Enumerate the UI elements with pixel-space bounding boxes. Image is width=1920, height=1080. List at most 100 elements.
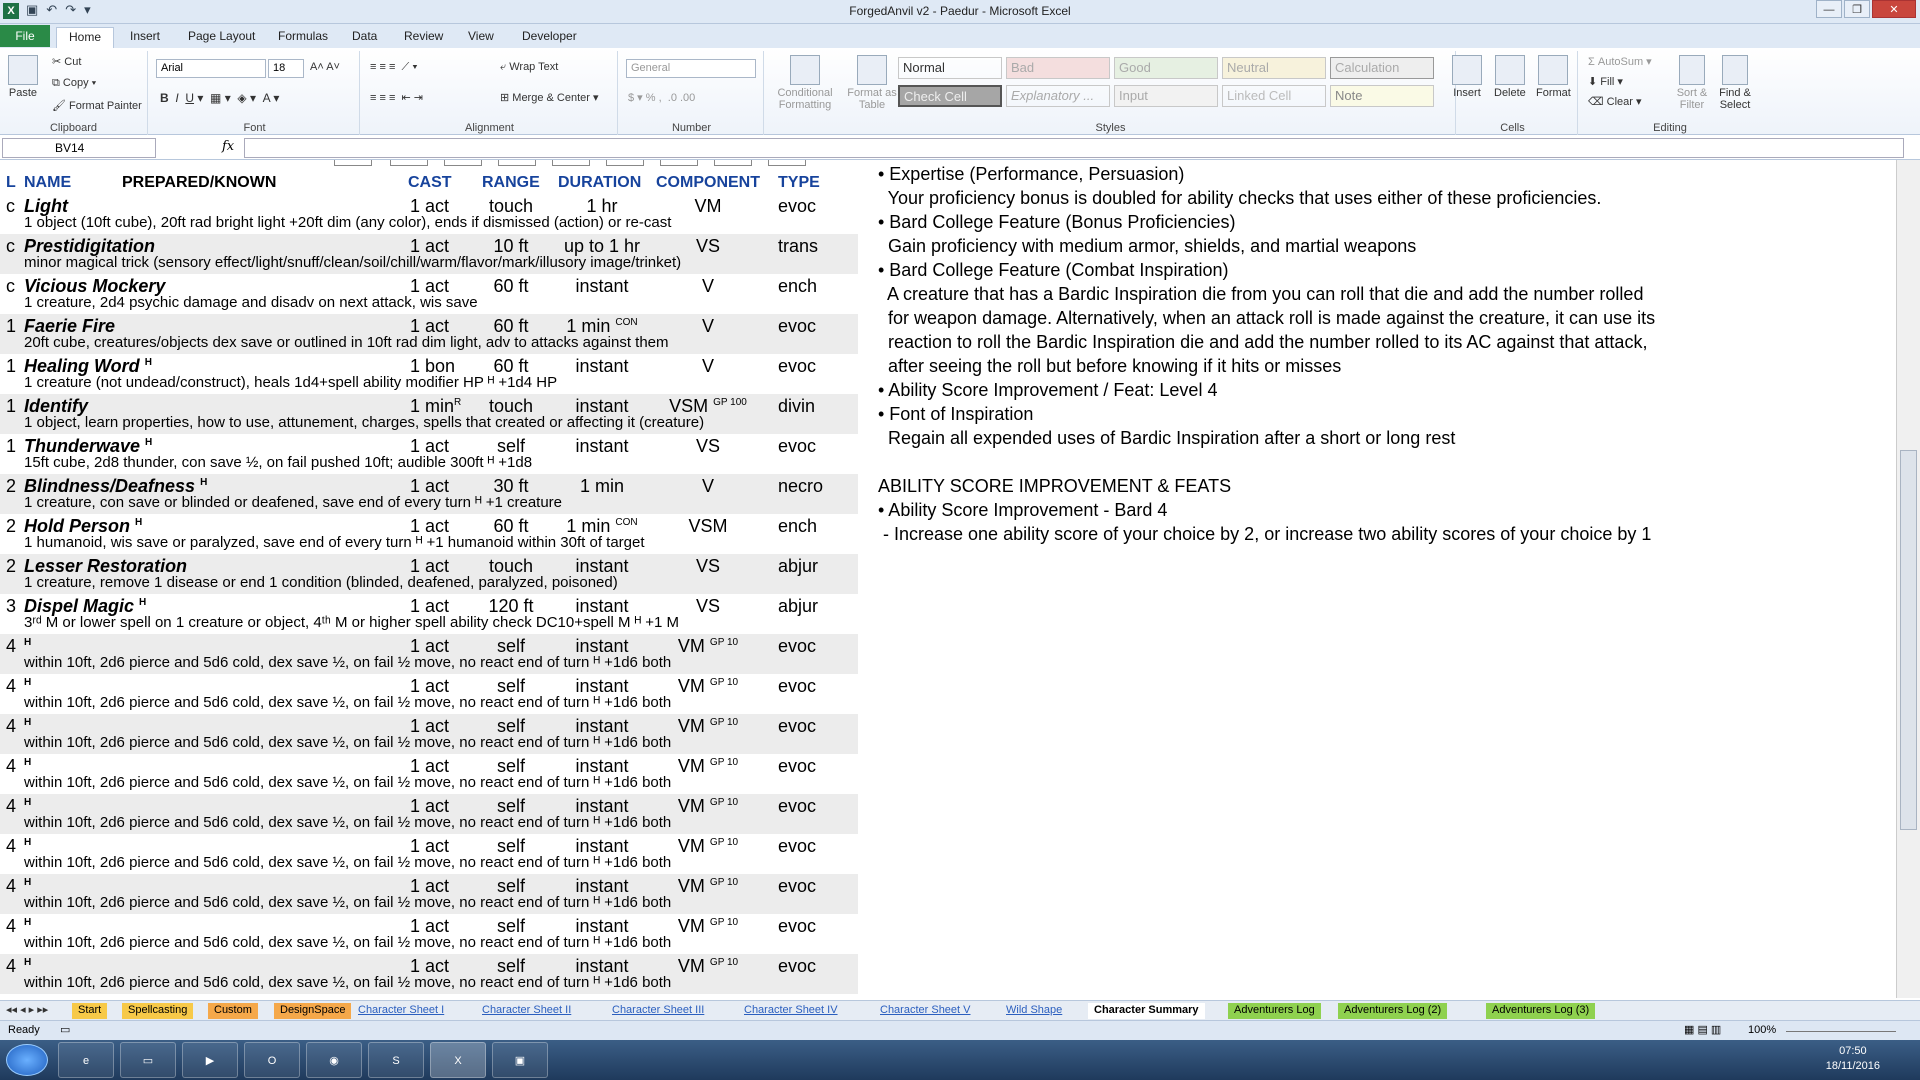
worksheet[interactable]: L NAME PREPARED/KNOWN CAST RANGE DURATIO… (0, 160, 1896, 998)
scrollbar-thumb[interactable] (1900, 450, 1917, 830)
sheet-tab[interactable]: Character Summary (1088, 1003, 1205, 1019)
spell-row[interactable]: c Vicious Mockery 1 act 60 ft instant V enc… (0, 274, 858, 314)
font-size-select[interactable]: 18 (268, 59, 304, 78)
start-button-icon[interactable] (6, 1044, 48, 1076)
cut-button[interactable]: ✂ Cut (52, 55, 81, 68)
style-explanatory[interactable]: Explanatory ... (1006, 85, 1110, 107)
name-box[interactable]: BV14 (2, 138, 156, 158)
spell-row[interactable]: 4 H1 act self instant VM GP 10 evoc within 1… (0, 634, 858, 674)
sheet-tab[interactable]: Wild Shape (1006, 1003, 1062, 1019)
tab-formulas[interactable]: Formulas (266, 27, 340, 48)
app-taskbar-icon[interactable]: ▣ (492, 1042, 548, 1078)
insert-function-icon[interactable]: fx (222, 139, 234, 154)
style-normal[interactable]: Normal (898, 57, 1002, 79)
sheet-tab[interactable]: Character Sheet II (482, 1003, 571, 1019)
style-note[interactable]: Note (1330, 85, 1434, 107)
zoom-slider[interactable] (1786, 1023, 1896, 1032)
zoom-level[interactable]: 100% (1748, 1024, 1776, 1036)
chrome-icon[interactable]: ◉ (306, 1042, 362, 1078)
sheet-tab[interactable]: Adventurers Log (3) (1486, 1003, 1596, 1019)
spell-row[interactable]: 1 Identify 1 minR touch instant VSM GP 100 d… (0, 394, 858, 434)
style-input[interactable]: Input (1114, 85, 1218, 107)
spell-row[interactable]: 4 H1 act self instant VM GP 10 evoc within 1… (0, 794, 858, 834)
tab-developer[interactable]: Developer (510, 27, 589, 48)
spell-row[interactable]: 1 Faerie Fire 1 act 60 ft 1 min CON V evoc 20… (0, 314, 858, 354)
system-clock[interactable]: 07:50 18/11/2016 (1826, 1044, 1880, 1074)
outlook-icon[interactable]: O (244, 1042, 300, 1078)
sheet-tab[interactable]: Spellcasting (122, 1003, 194, 1019)
excel-taskbar-icon[interactable]: X (430, 1042, 486, 1078)
insert-cells-button[interactable]: Insert (1452, 55, 1482, 99)
spell-row[interactable]: 2 Blindness/Deafness H1 act 30 ft 1 min V n… (0, 474, 858, 514)
sheet-tab[interactable]: Adventurers Log (1228, 1003, 1321, 1019)
tab-data[interactable]: Data (340, 27, 389, 48)
sheet-tab[interactable]: Character Sheet III (612, 1003, 704, 1019)
formula-input[interactable] (244, 138, 1904, 158)
spell-row[interactable]: 4 H1 act self instant VM GP 10 evoc within 1… (0, 834, 858, 874)
style-good[interactable]: Good (1114, 57, 1218, 79)
wrap-text-button[interactable]: ⤶ Wrap Text (500, 61, 558, 74)
spell-row[interactable]: 1 Healing Word H1 bon 60 ft instant V evoc 1… (0, 354, 858, 394)
restore-button[interactable]: ❐ (1844, 0, 1870, 18)
ie-icon[interactable]: e (58, 1042, 114, 1078)
sheet-tab[interactable]: Start (72, 1003, 108, 1019)
tab-review[interactable]: Review (392, 27, 455, 48)
sheet-tab[interactable]: Character Sheet I (358, 1003, 444, 1019)
tab-scroll-icons[interactable]: ◂◂ ◂ ▸ ▸▸ (6, 1003, 48, 1019)
tab-insert[interactable]: Insert (118, 27, 172, 48)
sheet-tab[interactable]: Adventurers Log (2) (1338, 1003, 1448, 1019)
spell-row[interactable]: c Light 1 act touch 1 hr VM evoc 1 object (1… (0, 194, 858, 234)
style-bad[interactable]: Bad (1006, 57, 1110, 79)
sheet-tab[interactable]: DesignSpace (274, 1003, 352, 1019)
media-player-icon[interactable]: ▶ (182, 1042, 238, 1078)
sheet-tab[interactable]: Character Sheet V (880, 1003, 971, 1019)
conditional-formatting-button[interactable]: Conditional Formatting (770, 55, 840, 111)
spell-row[interactable]: 4 H1 act self instant VM GP 10 evoc within 1… (0, 954, 858, 994)
vertical-align-icons[interactable]: ≡ ≡ ≡ ⟋ ▾ (370, 61, 418, 74)
spell-row[interactable]: 4 H1 act self instant VM GP 10 evoc within 1… (0, 874, 858, 914)
macro-record-icon[interactable]: ▭ (60, 1023, 70, 1036)
format-as-table-button[interactable]: Format as Table (842, 55, 902, 111)
font-style-buttons[interactable]: B I U ▾ ▦ ▾ ◈ ▾ A ▾ (160, 91, 279, 105)
tab-home[interactable]: Home (56, 27, 115, 48)
vertical-scrollbar[interactable] (1896, 160, 1920, 998)
grow-font-icon[interactable]: A˄ A˅ (310, 61, 340, 73)
style-check-cell[interactable]: Check Cell (898, 85, 1002, 107)
sheet-tab[interactable]: Custom (208, 1003, 258, 1019)
style-calculation[interactable]: Calculation (1330, 57, 1434, 79)
font-name-select[interactable]: Arial (156, 59, 266, 78)
tab-view[interactable]: View (456, 27, 506, 48)
skype-icon[interactable]: S (368, 1042, 424, 1078)
view-buttons[interactable]: ▦ ▤ ▥ (1684, 1023, 1721, 1036)
style-linked-cell[interactable]: Linked Cell (1222, 85, 1326, 107)
autosum-button[interactable]: Σ AutoSum ▾ (1588, 55, 1652, 68)
spell-row[interactable]: 4 H1 act self instant VM GP 10 evoc within 1… (0, 914, 858, 954)
find-select-button[interactable]: Find & Select (1712, 55, 1758, 111)
delete-cells-button[interactable]: Delete (1494, 55, 1526, 99)
spell-row[interactable]: 4 H1 act self instant VM GP 10 evoc within 1… (0, 674, 858, 714)
format-painter-button[interactable]: 🖌 Format Painter (52, 99, 142, 112)
paste-button[interactable]: Paste (8, 55, 38, 99)
clear-button[interactable]: ⌫ Clear ▾ (1588, 95, 1642, 108)
tab-file[interactable]: File (0, 25, 50, 47)
spell-row[interactable]: 1 Thunderwave H1 act self instant VS evoc 15… (0, 434, 858, 474)
minimize-button[interactable]: — (1816, 0, 1842, 18)
spell-row[interactable]: c Prestidigitation 1 act 10 ft up to 1 hr V… (0, 234, 858, 274)
number-format-icons[interactable]: $ ▾ % , .0 .00 (628, 91, 695, 104)
spell-row[interactable]: 3 Dispel Magic H1 act 120 ft instant VS abj… (0, 594, 858, 634)
merge-center-button[interactable]: ⊞ Merge & Center ▾ (500, 91, 599, 104)
format-cells-button[interactable]: Format (1536, 55, 1571, 99)
sort-filter-button[interactable]: Sort & Filter (1672, 55, 1712, 111)
close-button[interactable]: ✕ (1872, 0, 1916, 18)
style-neutral[interactable]: Neutral (1222, 57, 1326, 79)
spell-row[interactable]: 4 H1 act self instant VM GP 10 evoc within 1… (0, 754, 858, 794)
number-format-select[interactable]: General (626, 59, 756, 78)
sheet-tab[interactable]: Character Sheet IV (744, 1003, 838, 1019)
spell-row[interactable]: 2 Lesser Restoration 1 act touch instant VS… (0, 554, 858, 594)
spell-row[interactable]: 2 Hold Person H1 act 60 ft 1 min CON VSM enc… (0, 514, 858, 554)
tab-page-layout[interactable]: Page Layout (176, 27, 267, 48)
spell-row[interactable]: 4 H1 act self instant VM GP 10 evoc within 1… (0, 714, 858, 754)
copy-button[interactable]: ⧉ Copy ▾ (52, 77, 96, 90)
fill-button[interactable]: ⬇ Fill ▾ (1588, 75, 1623, 88)
explorer-icon[interactable]: ▭ (120, 1042, 176, 1078)
